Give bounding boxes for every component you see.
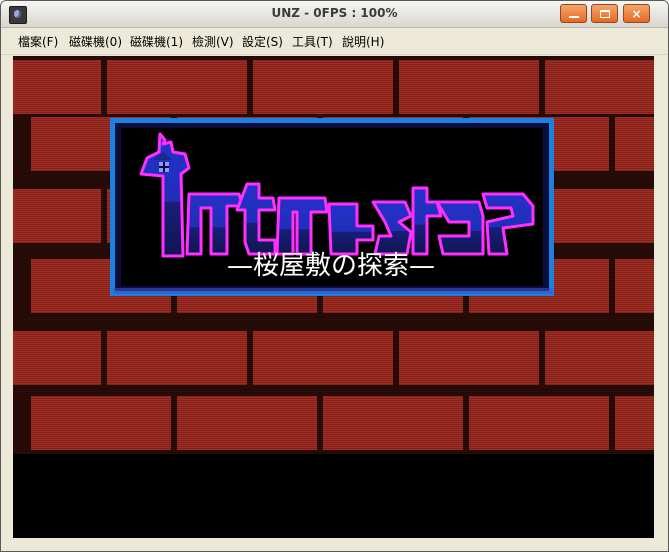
menu-settings[interactable]: 設定(S) (242, 33, 283, 49)
menu-tools[interactable]: 工具(T) (292, 33, 333, 49)
maximize-button[interactable] (591, 4, 618, 23)
close-button[interactable]: × (623, 4, 650, 23)
menu-bar: 檔案(F) 磁碟機(0) 磁碟機(1) 檢測(V) 設定(S) 工具(T) 說明… (1, 28, 668, 55)
minimize-icon (568, 16, 579, 18)
game-canvas: —桜屋敷の探索— (13, 56, 654, 538)
close-icon: × (631, 6, 642, 21)
minimize-button[interactable] (560, 4, 587, 23)
title-sign: —桜屋敷の探索— (110, 118, 554, 296)
menu-view[interactable]: 檢測(V) (192, 33, 234, 49)
game-screen[interactable]: —桜屋敷の探索— (13, 56, 654, 538)
emulator-window: UNZ - 0FPS : 100% × 檔案(F) 磁碟機(0) 磁碟機(1) … (0, 0, 669, 552)
menu-drive-0[interactable]: 磁碟機(0) (69, 33, 122, 49)
title-bar[interactable]: UNZ - 0FPS : 100% × (1, 1, 668, 28)
subtitle-text: —桜屋敷の探索— (227, 251, 435, 281)
maximize-icon (599, 9, 610, 18)
menu-file[interactable]: 檔案(F) (18, 33, 58, 49)
menu-drive-1[interactable]: 磁碟機(1) (130, 33, 183, 49)
menu-help[interactable]: 說明(H) (342, 33, 384, 49)
